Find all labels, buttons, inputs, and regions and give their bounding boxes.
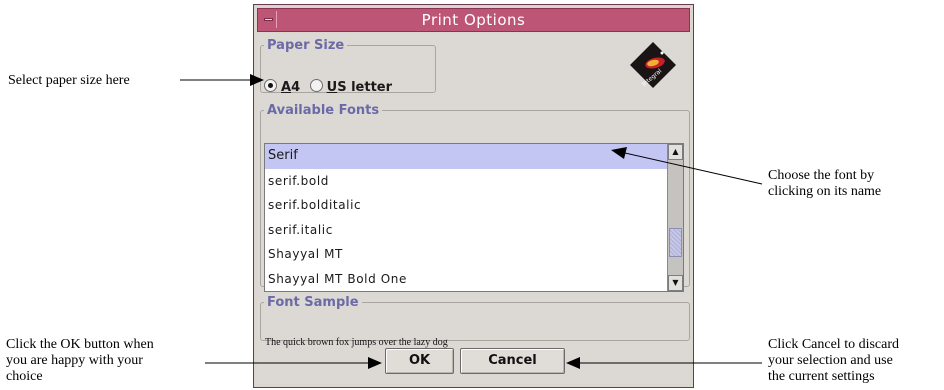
- radio-us-letter[interactable]: [309, 79, 323, 92]
- font-sample-text: The quick brown fox jumps over the lazy …: [265, 337, 448, 348]
- fonts-list[interactable]: Serif serif.bold serif.bolditalic serif.…: [264, 143, 684, 292]
- cancel-button[interactable]: Cancel: [460, 348, 565, 374]
- callout-ok-line3: choice: [6, 369, 43, 384]
- print-options-dialog: Print Options Paper Size A4 US letter In…: [253, 4, 694, 388]
- ok-button[interactable]: OK: [385, 348, 454, 374]
- radio-a4-label[interactable]: A4: [281, 80, 300, 95]
- callout-cancel-line2: your selection and use: [768, 353, 893, 368]
- dialog-content: Paper Size A4 US letter Integral Availab…: [257, 33, 690, 384]
- scroll-down-icon[interactable]: ▼: [668, 275, 683, 291]
- callout-font-line1: Choose the font by: [768, 168, 875, 183]
- window-title: Print Options: [421, 11, 526, 29]
- callout-cancel-line1: Click Cancel to discard: [768, 337, 900, 352]
- title-bar[interactable]: Print Options: [257, 8, 690, 32]
- radio-a4[interactable]: [264, 79, 277, 92]
- available-fonts-group: Available Fonts Serif serif.bold serif.b…: [260, 103, 690, 292]
- callout-ok-line2: you are happy with your: [6, 353, 143, 368]
- integral-logo: Integral: [630, 42, 676, 88]
- list-item[interactable]: Serif: [265, 144, 683, 169]
- list-item[interactable]: serif.bold: [265, 169, 683, 194]
- list-item[interactable]: Shayyal MT: [265, 242, 683, 267]
- font-sample-legend: Font Sample: [267, 295, 359, 310]
- callout-ok-line1: Click the OK button when: [6, 337, 154, 352]
- font-sample-group: Font Sample The quick brown fox jumps ov…: [260, 295, 690, 348]
- scroll-up-icon[interactable]: ▲: [668, 144, 683, 160]
- fonts-scrollbar[interactable]: ▲ ▼: [667, 144, 683, 291]
- list-item[interactable]: serif.italic: [265, 218, 683, 243]
- paper-size-legend: Paper Size: [267, 38, 345, 53]
- list-item[interactable]: Shayyal MT Bold One: [265, 267, 683, 292]
- callout-cancel-line3: the current settings: [768, 369, 875, 384]
- available-fonts-legend: Available Fonts: [267, 103, 380, 118]
- callout-paper-size: Select paper size here: [8, 73, 130, 88]
- paper-size-group: Paper Size A4 US letter: [260, 38, 436, 95]
- callout-font-line2: clicking on its name: [768, 184, 882, 199]
- list-item[interactable]: serif.bolditalic: [265, 193, 683, 218]
- scroll-thumb[interactable]: [669, 228, 682, 257]
- radio-us-letter-label[interactable]: US letter: [327, 80, 392, 95]
